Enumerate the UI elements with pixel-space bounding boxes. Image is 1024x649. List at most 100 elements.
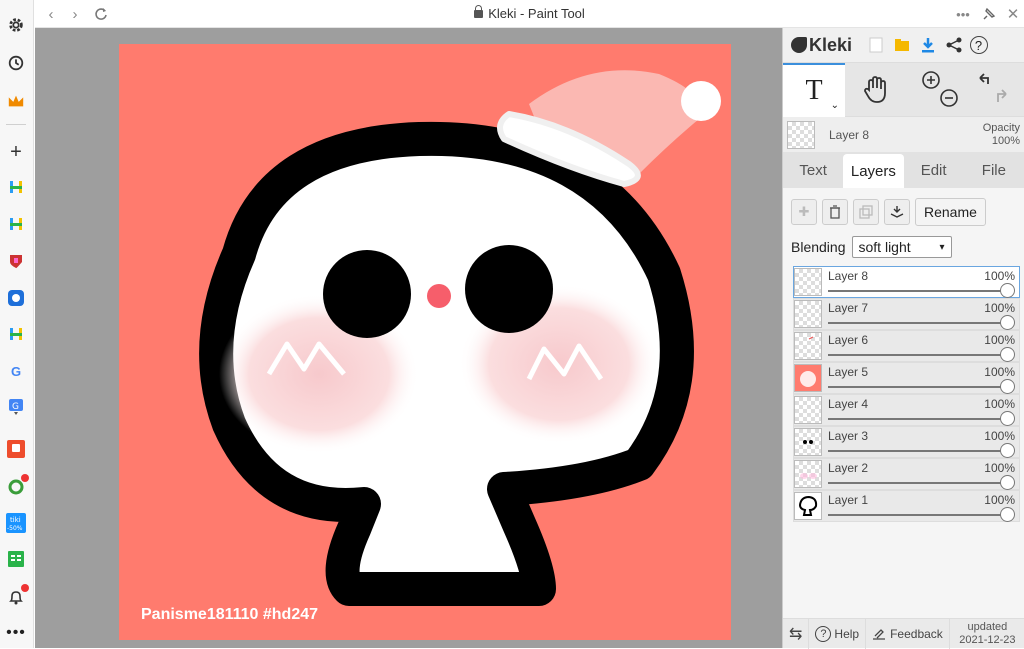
add-layer-button[interactable]: ✚: [791, 199, 817, 225]
more-icon[interactable]: •••: [5, 622, 27, 644]
merge-down-icon: [890, 206, 904, 218]
layer-opacity-slider[interactable]: [828, 347, 1015, 362]
slider-knob[interactable]: [1000, 315, 1015, 330]
hand-tool-button[interactable]: [845, 63, 907, 117]
swap-icon[interactable]: ⇆: [783, 618, 810, 649]
layer-thumbnail: [794, 492, 822, 520]
layer-opacity: 100%: [984, 429, 1015, 443]
hotel-icon[interactable]: [5, 323, 27, 345]
drawing-canvas[interactable]: Panisme181110 #hd247: [119, 44, 731, 640]
tool-row: T ⌄: [783, 62, 1024, 117]
layer-row[interactable]: Layer 6 100%: [793, 330, 1020, 362]
layer-row[interactable]: Layer 4 100%: [793, 394, 1020, 426]
layer-name: Layer 7: [828, 301, 869, 315]
layer-opacity-slider[interactable]: [828, 411, 1015, 426]
canvas-area[interactable]: Panisme181110 #hd247: [35, 28, 782, 648]
left-eye: [323, 250, 411, 338]
layer-opacity: 100%: [984, 493, 1015, 507]
bell-icon[interactable]: [5, 584, 29, 608]
more-icon[interactable]: •••: [953, 4, 973, 24]
blending-row: Blending soft light ▾: [783, 232, 1024, 266]
hotel-icon[interactable]: [5, 176, 27, 198]
layer-thumbnail: [794, 364, 822, 392]
trash-icon: [830, 205, 840, 219]
slider-knob[interactable]: [1000, 347, 1015, 362]
download-icon[interactable]: [915, 32, 941, 58]
layer-opacity: 100%: [984, 269, 1015, 283]
lock-icon: [474, 5, 484, 18]
layer-body: Layer 1 100%: [822, 491, 1019, 522]
layer-name: Layer 2: [828, 461, 869, 475]
layer-opacity: 100%: [984, 397, 1015, 411]
new-file-icon[interactable]: [863, 32, 889, 58]
browser-sidebar: + G G tiki -50% •••: [0, 0, 34, 648]
layer-body: Layer 5 100%: [822, 363, 1019, 394]
zoom-controls: [907, 63, 965, 117]
tab-edit[interactable]: Edit: [904, 152, 964, 188]
layer-thumbnail: [794, 300, 822, 328]
blending-select[interactable]: soft light ▾: [851, 236, 952, 258]
layer-opacity-slider[interactable]: [828, 379, 1015, 394]
help-icon[interactable]: ?: [967, 32, 993, 58]
delete-layer-button[interactable]: [822, 199, 848, 225]
sidebar-divider: [6, 124, 26, 125]
layer-list: Layer 8 100% Layer 7 100% Layer 6 100% L…: [783, 266, 1024, 522]
shopee-icon[interactable]: [5, 438, 27, 460]
bird-icon[interactable]: [5, 287, 27, 309]
rename-button[interactable]: Rename: [915, 198, 986, 226]
svg-text:tiki: tiki: [10, 516, 21, 524]
hotel-icon[interactable]: [5, 213, 27, 235]
tab-layers[interactable]: Layers: [843, 154, 904, 188]
translate-icon[interactable]: G: [5, 396, 27, 418]
open-folder-icon[interactable]: [889, 32, 915, 58]
panel-header: Kleki ?: [783, 28, 1024, 62]
pin-icon[interactable]: [979, 4, 999, 24]
chevron-down-icon[interactable]: ⌄: [831, 100, 839, 111]
tab-file[interactable]: File: [964, 152, 1024, 188]
slider-knob[interactable]: [1000, 379, 1015, 394]
layer-thumbnail: [794, 332, 822, 360]
crown-icon[interactable]: [5, 90, 27, 112]
app-name: Kleki: [809, 34, 853, 55]
slider-knob[interactable]: [1000, 507, 1015, 522]
tab-text[interactable]: Text: [783, 152, 843, 188]
slider-knob[interactable]: [1000, 475, 1015, 490]
sync-icon[interactable]: [5, 474, 29, 498]
close-icon[interactable]: ✕: [1003, 4, 1023, 24]
tiki-icon[interactable]: tiki -50%: [5, 512, 27, 534]
layer-opacity-slider[interactable]: [828, 507, 1015, 522]
layer-row[interactable]: Layer 2 100%: [793, 458, 1020, 490]
layer-opacity-slider[interactable]: [828, 475, 1015, 490]
help-label: Help: [834, 626, 860, 641]
layer-row[interactable]: Layer 8 100%: [793, 266, 1020, 298]
layer-row[interactable]: Layer 1 100%: [793, 490, 1020, 522]
layer-name: Layer 8: [828, 269, 869, 283]
slider-knob[interactable]: [1000, 411, 1015, 426]
slider-knob[interactable]: [1000, 443, 1015, 458]
plus-icon[interactable]: +: [5, 141, 27, 163]
layer-row[interactable]: Layer 5 100%: [793, 362, 1020, 394]
layer-thumbnail: [794, 268, 822, 296]
shield-icon[interactable]: [5, 250, 27, 272]
feedback-link[interactable]: Feedback: [866, 618, 950, 649]
gear-icon[interactable]: [5, 14, 27, 36]
text-tool-button[interactable]: T ⌄: [783, 63, 845, 117]
help-link[interactable]: ? Help: [809, 618, 867, 649]
duplicate-layer-button[interactable]: [853, 199, 879, 225]
zoom-in-icon: [922, 71, 940, 89]
share-icon[interactable]: [941, 32, 967, 58]
layer-row[interactable]: Layer 7 100%: [793, 298, 1020, 330]
merge-down-button[interactable]: [884, 199, 910, 225]
layer-thumbnail: [794, 396, 822, 424]
sheet-icon[interactable]: [5, 548, 27, 570]
history-icon[interactable]: [5, 52, 27, 74]
layer-opacity-slider[interactable]: [828, 315, 1015, 330]
duplicate-icon: [859, 205, 873, 219]
hat-pompom: [681, 81, 721, 121]
layer-row[interactable]: Layer 3 100%: [793, 426, 1020, 458]
slider-knob[interactable]: [1000, 283, 1015, 298]
layer-opacity-slider[interactable]: [828, 443, 1015, 458]
window-title-text: Kleki - Paint Tool: [488, 6, 585, 21]
google-icon[interactable]: G: [5, 360, 27, 382]
layer-opacity-slider[interactable]: [828, 283, 1015, 298]
